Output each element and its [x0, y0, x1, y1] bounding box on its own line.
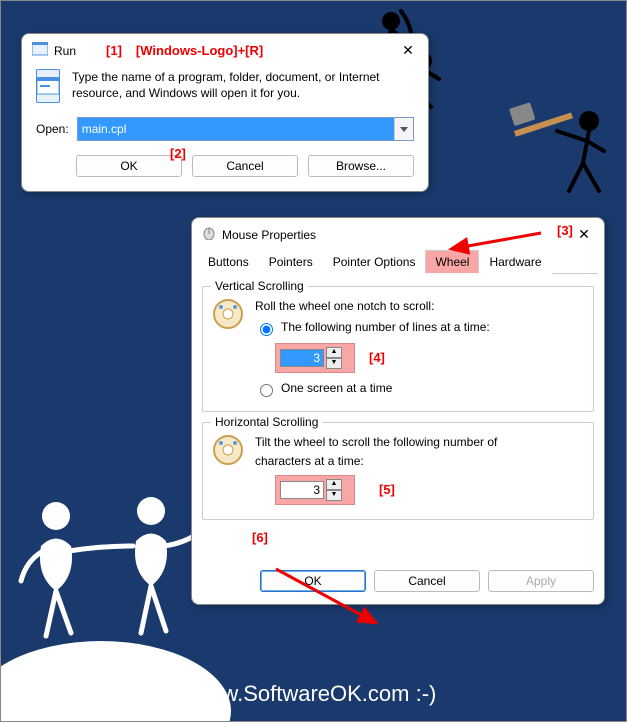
- annotation-3: [3]: [557, 223, 573, 238]
- run-title: Run: [54, 44, 76, 58]
- annotation-1-text: [Windows-Logo]+[R]: [136, 43, 263, 58]
- chars-spinner[interactable]: ▲ ▼: [275, 475, 355, 505]
- run-titlebar: Run [1] [Windows-Logo]+[R] ✕: [22, 34, 428, 63]
- mouse-titlebar-icon: [202, 226, 216, 243]
- tab-pointer-options[interactable]: Pointer Options: [323, 250, 426, 274]
- mouse-properties-dialog: Mouse Properties ✕ Buttons Pointers Poin…: [191, 217, 605, 605]
- lines-down-icon[interactable]: ▼: [326, 358, 342, 369]
- run-dialog: Run [1] [Windows-Logo]+[R] ✕ Type the na…: [21, 33, 429, 192]
- mouse-apply-button[interactable]: Apply: [488, 570, 594, 592]
- run-browse-button[interactable]: Browse...: [308, 155, 414, 177]
- run-titlebar-icon: [32, 42, 48, 59]
- radio-lines-row[interactable]: The following number of lines at a time:: [255, 318, 490, 337]
- run-description: Type the name of a program, folder, docu…: [72, 69, 414, 101]
- mouse-titlebar: Mouse Properties ✕: [192, 218, 604, 247]
- open-combobox[interactable]: [77, 117, 414, 141]
- tab-buttons[interactable]: Buttons: [198, 250, 259, 274]
- open-input[interactable]: [78, 118, 394, 140]
- horizontal-intro: Tilt the wheel to scroll the following n…: [255, 433, 515, 471]
- wheel-icon-2: [211, 433, 245, 467]
- annotation-6: [6]: [252, 530, 268, 545]
- chars-up-icon[interactable]: ▲: [326, 479, 342, 490]
- tab-hardware[interactable]: Hardware: [479, 250, 551, 274]
- lines-up-icon[interactable]: ▲: [326, 347, 342, 358]
- mouse-tabs: Buttons Pointers Pointer Options Wheel H…: [198, 249, 598, 274]
- tab-pointers[interactable]: Pointers: [259, 250, 323, 274]
- run-cancel-button[interactable]: Cancel: [192, 155, 298, 177]
- vertical-intro: Roll the wheel one notch to scroll:: [255, 297, 490, 316]
- radio-lines-label: The following number of lines at a time:: [281, 318, 490, 337]
- vertical-legend: Vertical Scrolling: [211, 279, 308, 293]
- annotation-5: [5]: [379, 480, 395, 501]
- tab-wheel[interactable]: Wheel: [425, 250, 479, 274]
- radio-lines[interactable]: [260, 323, 273, 336]
- chars-input[interactable]: [280, 481, 324, 499]
- mouse-close-icon[interactable]: ✕: [574, 226, 594, 243]
- chars-down-icon[interactable]: ▼: [326, 490, 342, 501]
- open-label: Open:: [36, 122, 69, 136]
- mouse-cancel-button[interactable]: Cancel: [374, 570, 480, 592]
- footer-watermark: www.SoftwareOK.com :-): [1, 681, 626, 707]
- annotation-2: [2]: [170, 146, 186, 161]
- chevron-down-icon[interactable]: [394, 118, 413, 140]
- radio-screen[interactable]: [260, 384, 273, 397]
- vertical-scrolling-group: Vertical Scrolling Roll the wheel one no…: [202, 286, 594, 412]
- radio-screen-row[interactable]: One screen at a time: [255, 379, 490, 398]
- mouse-ok-button[interactable]: OK: [260, 570, 366, 592]
- horizontal-scrolling-group: Horizontal Scrolling Tilt the wheel to s…: [202, 422, 594, 520]
- mouse-title: Mouse Properties: [222, 228, 316, 242]
- horizontal-legend: Horizontal Scrolling: [211, 415, 322, 429]
- hammer-figure-decoration: [509, 91, 627, 221]
- lines-spinner[interactable]: ▲ ▼: [275, 343, 355, 373]
- radio-screen-label: One screen at a time: [281, 379, 392, 398]
- annotation-1: [1]: [106, 43, 122, 58]
- run-icon: [36, 69, 60, 103]
- lines-input[interactable]: [280, 349, 324, 367]
- wheel-icon: [211, 297, 245, 331]
- run-ok-button[interactable]: OK: [76, 155, 182, 177]
- run-close-icon[interactable]: ✕: [398, 42, 418, 59]
- annotation-4: [4]: [369, 348, 385, 369]
